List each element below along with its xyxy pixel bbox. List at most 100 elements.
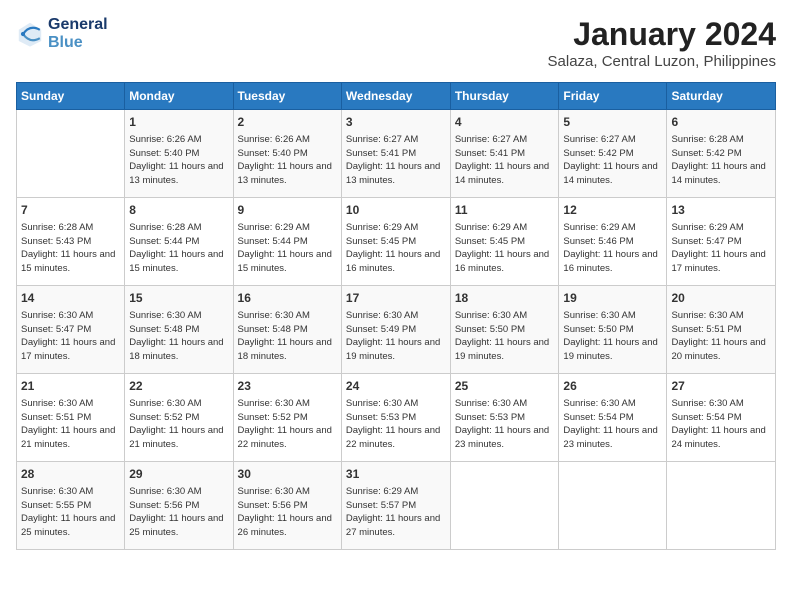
day-cell: 9Sunrise: 6:29 AMSunset: 5:44 PMDaylight… (233, 198, 341, 286)
day-cell: 3Sunrise: 6:27 AMSunset: 5:41 PMDaylight… (341, 110, 450, 198)
day-cell: 4Sunrise: 6:27 AMSunset: 5:41 PMDaylight… (450, 110, 559, 198)
day-number: 29 (129, 466, 228, 483)
day-number: 14 (21, 290, 120, 307)
day-number: 19 (563, 290, 662, 307)
day-number: 12 (563, 202, 662, 219)
day-cell: 7Sunrise: 6:28 AMSunset: 5:43 PMDaylight… (17, 198, 125, 286)
day-cell (559, 462, 667, 550)
logo: General Blue (16, 16, 108, 51)
day-number: 23 (238, 378, 337, 395)
week-row-4: 28 Sunrise: 6:30 AMSunset: 5:55 PMDayligh… (17, 462, 776, 550)
day-info: Sunrise: 6:26 AMSunset: 5:40 PMDaylight:… (129, 133, 228, 188)
day-cell (667, 462, 776, 550)
day-cell: 27Sunrise: 6:30 AMSunset: 5:54 PMDayligh… (667, 374, 776, 462)
month-title: January 2024 (548, 16, 776, 53)
day-cell: 29 Sunrise: 6:30 AMSunset: 5:56 PMDayligh… (125, 462, 233, 550)
day-info: Sunrise: 6:29 AMSunset: 5:45 PMDaylight:… (346, 221, 446, 276)
day-cell: 21 Sunrise: 6:30 AMSunset: 5:51 PMDayligh… (17, 374, 125, 462)
day-cell: 16 Sunrise: 6:30 AMSunset: 5:48 PMDayligh… (233, 286, 341, 374)
weekday-header-sunday: Sunday (17, 83, 125, 110)
logo-line1: General (48, 16, 108, 34)
day-cell (450, 462, 559, 550)
title-block: January 2024 Salaza, Central Luzon, Phil… (548, 16, 776, 70)
day-cell: 26 Sunrise: 6:30 AMSunset: 5:54 PMDayligh… (559, 374, 667, 462)
day-number: 30 (238, 466, 337, 483)
day-cell: 2 Sunrise: 6:26 AMSunset: 5:40 PMDaylight… (233, 110, 341, 198)
day-info: Sunrise: 6:28 AMSunset: 5:42 PMDaylight:… (671, 133, 771, 188)
day-number: 15 (129, 290, 228, 307)
day-number: 1 (129, 114, 228, 131)
week-row-3: 21 Sunrise: 6:30 AMSunset: 5:51 PMDayligh… (17, 374, 776, 462)
day-cell (17, 110, 125, 198)
day-cell: 24 Sunrise: 6:30 AMSunset: 5:53 PMDayligh… (341, 374, 450, 462)
day-info: Sunrise: 6:30 AMSunset: 5:52 PMDaylight:… (238, 397, 337, 452)
day-info: Sunrise: 6:30 AMSunset: 5:48 PMDaylight:… (238, 309, 337, 364)
calendar-table: SundayMondayTuesdayWednesdayThursdayFrid… (16, 82, 776, 550)
day-info: Sunrise: 6:30 AMSunset: 5:52 PMDaylight:… (129, 397, 228, 452)
day-cell: 8 Sunrise: 6:28 AMSunset: 5:44 PMDaylight… (125, 198, 233, 286)
day-info: Sunrise: 6:30 AMSunset: 5:50 PMDaylight:… (563, 309, 662, 364)
logo-icon (16, 20, 44, 48)
day-cell: 25 Sunrise: 6:30 AMSunset: 5:53 PMDayligh… (450, 374, 559, 462)
day-number: 25 (455, 378, 555, 395)
day-number: 31 (346, 466, 446, 483)
day-cell: 19 Sunrise: 6:30 AMSunset: 5:50 PMDayligh… (559, 286, 667, 374)
day-number: 9 (238, 202, 337, 219)
day-info: Sunrise: 6:27 AMSunset: 5:41 PMDaylight:… (455, 133, 555, 188)
day-info: Sunrise: 6:30 AMSunset: 5:56 PMDaylight:… (129, 485, 228, 540)
day-number: 26 (563, 378, 662, 395)
logo-line2: Blue (48, 34, 108, 52)
day-cell: 10 Sunrise: 6:29 AMSunset: 5:45 PMDayligh… (341, 198, 450, 286)
day-info: Sunrise: 6:30 AMSunset: 5:47 PMDaylight:… (21, 309, 120, 364)
day-info: Sunrise: 6:30 AMSunset: 5:53 PMDaylight:… (346, 397, 446, 452)
day-number: 22 (129, 378, 228, 395)
day-number: 20 (671, 290, 771, 307)
day-info: Sunrise: 6:30 AMSunset: 5:53 PMDaylight:… (455, 397, 555, 452)
day-cell: 11 Sunrise: 6:29 AMSunset: 5:45 PMDayligh… (450, 198, 559, 286)
week-row-1: 7Sunrise: 6:28 AMSunset: 5:43 PMDaylight… (17, 198, 776, 286)
day-info: Sunrise: 6:29 AMSunset: 5:46 PMDaylight:… (563, 221, 662, 276)
day-info: Sunrise: 6:29 AMSunset: 5:45 PMDaylight:… (455, 221, 555, 276)
day-number: 2 (238, 114, 337, 131)
weekday-header-row: SundayMondayTuesdayWednesdayThursdayFrid… (17, 83, 776, 110)
day-number: 8 (129, 202, 228, 219)
day-info: Sunrise: 6:30 AMSunset: 5:54 PMDaylight:… (563, 397, 662, 452)
day-info: Sunrise: 6:30 AMSunset: 5:51 PMDaylight:… (671, 309, 771, 364)
day-info: Sunrise: 6:30 AMSunset: 5:55 PMDaylight:… (21, 485, 120, 540)
day-number: 10 (346, 202, 446, 219)
day-number: 13 (671, 202, 771, 219)
day-info: Sunrise: 6:30 AMSunset: 5:49 PMDaylight:… (346, 309, 446, 364)
day-cell: 30Sunrise: 6:30 AMSunset: 5:56 PMDayligh… (233, 462, 341, 550)
day-info: Sunrise: 6:29 AMSunset: 5:47 PMDaylight:… (671, 221, 771, 276)
day-cell: 12 Sunrise: 6:29 AMSunset: 5:46 PMDayligh… (559, 198, 667, 286)
day-cell: 17 Sunrise: 6:30 AMSunset: 5:49 PMDayligh… (341, 286, 450, 374)
day-number: 6 (671, 114, 771, 131)
day-info: Sunrise: 6:29 AMSunset: 5:57 PMDaylight:… (346, 485, 446, 540)
weekday-header-thursday: Thursday (450, 83, 559, 110)
day-info: Sunrise: 6:27 AMSunset: 5:41 PMDaylight:… (346, 133, 446, 188)
weekday-header-monday: Monday (125, 83, 233, 110)
day-number: 28 (21, 466, 120, 483)
day-number: 21 (21, 378, 120, 395)
day-info: Sunrise: 6:27 AMSunset: 5:42 PMDaylight:… (563, 133, 662, 188)
day-cell: 22 Sunrise: 6:30 AMSunset: 5:52 PMDayligh… (125, 374, 233, 462)
day-cell: 14 Sunrise: 6:30 AMSunset: 5:47 PMDayligh… (17, 286, 125, 374)
day-number: 16 (238, 290, 337, 307)
day-info: Sunrise: 6:30 AMSunset: 5:51 PMDaylight:… (21, 397, 120, 452)
day-number: 17 (346, 290, 446, 307)
day-cell: 13 Sunrise: 6:29 AMSunset: 5:47 PMDayligh… (667, 198, 776, 286)
location: Salaza, Central Luzon, Philippines (548, 53, 776, 70)
weekday-header-tuesday: Tuesday (233, 83, 341, 110)
logo-text-block: General Blue (48, 16, 108, 51)
day-cell: 20 Sunrise: 6:30 AMSunset: 5:51 PMDayligh… (667, 286, 776, 374)
day-number: 18 (455, 290, 555, 307)
day-cell: 6 Sunrise: 6:28 AMSunset: 5:42 PMDaylight… (667, 110, 776, 198)
day-info: Sunrise: 6:30 AMSunset: 5:50 PMDaylight:… (455, 309, 555, 364)
weekday-header-wednesday: Wednesday (341, 83, 450, 110)
day-number: 11 (455, 202, 555, 219)
day-info: Sunrise: 6:28 AMSunset: 5:43 PMDaylight:… (21, 221, 120, 276)
day-info: Sunrise: 6:28 AMSunset: 5:44 PMDaylight:… (129, 221, 228, 276)
page-header: General Blue January 2024 Salaza, Centra… (16, 16, 776, 70)
day-number: 24 (346, 378, 446, 395)
day-info: Sunrise: 6:26 AMSunset: 5:40 PMDaylight:… (238, 133, 337, 188)
